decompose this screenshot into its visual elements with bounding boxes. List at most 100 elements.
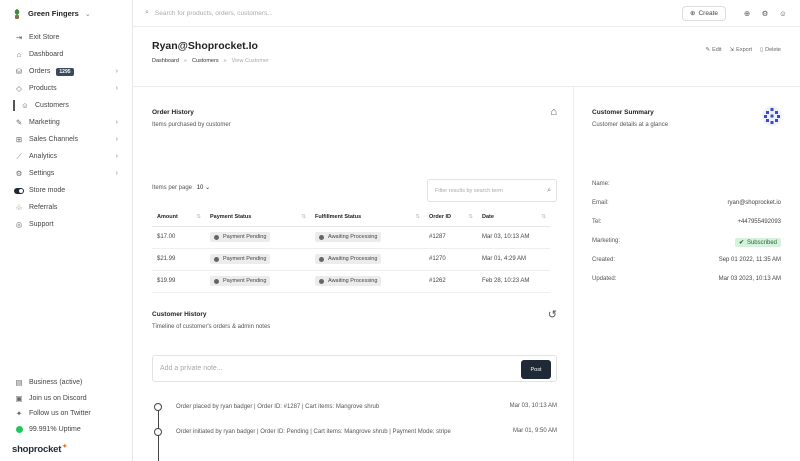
status-badge: Awaiting Processing — [315, 254, 382, 264]
sidebar-item-dashboard[interactable]: ⌂ Dashboard — [0, 46, 132, 63]
delete-button[interactable]: ▯ Delete — [760, 47, 781, 53]
globe-icon[interactable]: ⊕ — [738, 9, 756, 18]
column-header-fulfillment-status[interactable]: Fulfillment Status ⇅ — [310, 209, 424, 227]
edit-button[interactable]: ✎ Edit — [705, 47, 721, 53]
sidebar-item-marketing[interactable]: ✎ Marketing › — [0, 114, 132, 131]
sidebar-item-customers[interactable]: ☺ Customers — [0, 97, 132, 114]
status-badge: Awaiting Processing — [315, 232, 382, 242]
toggle-icon[interactable] — [14, 187, 24, 194]
customer-summary-subtitle: Customer details at a glance — [592, 122, 669, 128]
order-history-title: Order History — [152, 109, 194, 116]
edit-label: Edit — [712, 47, 722, 53]
left-column: Order History Items purchased by custome… — [133, 87, 573, 461]
settings-icon[interactable]: ⚙ — [756, 9, 774, 18]
sidebar-item-label: Settings — [29, 170, 55, 177]
delete-label: Delete — [765, 47, 781, 53]
chevron-right-icon: › — [115, 68, 118, 75]
sidebar-item-label: Marketing — [29, 119, 60, 126]
breadcrumb-separator: » — [223, 58, 227, 64]
status-badge: ✔ Subscribed — [734, 238, 781, 247]
sort-icon: ⇅ — [415, 214, 420, 221]
sidebar-item-orders[interactable]: ⛁ Orders 1295 › — [0, 63, 132, 80]
cell-fulfillment-status: Awaiting Processing — [310, 248, 424, 271]
post-label: Post — [530, 366, 542, 373]
sidebar-item-label: Referrals — [29, 204, 58, 211]
store-switcher[interactable]: Green Fingers ⌄ — [0, 0, 132, 27]
chevron-right-icon: › — [115, 153, 118, 160]
sidebar-item-exit-store[interactable]: ⇥ Exit Store — [0, 29, 132, 46]
column-header-date[interactable]: Date ⇅ — [477, 209, 550, 227]
breadcrumb-dashboard[interactable]: Dashboard — [152, 58, 179, 64]
sidebar-item-sales-channels[interactable]: ⊞ Sales Channels › — [0, 131, 132, 148]
timeline-event-date: Mar 03, 10:13 AM — [509, 403, 557, 409]
sidebar-item-uptime[interactable]: 99.991% Uptime — [0, 422, 132, 438]
search-icon: ⌕ — [547, 187, 551, 194]
status-dot-icon — [14, 425, 24, 433]
search-input[interactable]: ⌕ Search for products, orders, customers… — [133, 9, 682, 17]
table-row[interactable]: $19.99 Payment Pending Awaiting Processi… — [152, 270, 550, 293]
post-button[interactable]: Post — [521, 360, 551, 379]
summary-row-updated: Updated: Mar 03 2023, 10:13 AM — [592, 276, 781, 282]
summary-value: +447955492093 — [737, 219, 781, 225]
table-row[interactable]: $17.00 Payment Pending Awaiting Processi… — [152, 226, 550, 249]
column-header-order-id[interactable]: Order ID ⇅ — [424, 209, 477, 227]
sidebar-item-discord[interactable]: ▣ Join us on Discord — [0, 391, 132, 407]
cell-order-id[interactable]: #1262 — [424, 270, 477, 293]
sidebar-item-twitter[interactable]: ✦ Follow us on Twitter — [0, 406, 132, 422]
sidebar-item-products[interactable]: ◇ Products › — [0, 80, 132, 97]
store-name: Green Fingers — [28, 9, 79, 18]
sidebar-item-referrals[interactable]: ♧ Referrals — [0, 199, 132, 216]
sidebar-item-support[interactable]: ◎ Support — [0, 216, 132, 233]
check-icon: ✔ — [738, 240, 744, 246]
history-icon: ↺ — [547, 309, 557, 321]
filter-input[interactable]: Filter results by search term ⌕ — [427, 179, 557, 202]
column-header-amount[interactable]: Amount ⇅ — [152, 209, 205, 227]
sidebar-item-store-mode[interactable]: Store mode — [0, 182, 132, 199]
summary-row-email: Email: ryan@shoprocket.io — [592, 200, 781, 206]
customer-summary-title: Customer Summary — [592, 109, 654, 116]
cell-date: Feb 28, 10:23 AM — [477, 270, 550, 293]
status-label: Payment Pending — [223, 278, 267, 284]
chevron-right-icon: › — [115, 85, 118, 92]
column-label: Payment Status — [210, 214, 252, 221]
orders-table: Amount ⇅ Payment Status ⇅ Fulfillment Stat… — [152, 209, 550, 293]
summary-value[interactable]: ryan@shoprocket.io — [728, 200, 781, 206]
sidebar-item-label: Store mode — [29, 187, 66, 194]
summary-row-name: Name: — [592, 181, 781, 187]
summary-row-tel: Tel: +447955492093 — [592, 219, 781, 225]
cell-payment-status: Payment Pending — [205, 270, 310, 293]
chevron-right-icon: › — [115, 119, 118, 126]
user-icon[interactable]: ☺ — [774, 9, 792, 18]
dashboard-icon: ⌂ — [16, 50, 22, 59]
sidebar-item-analytics[interactable]: ⟋ Analytics › — [0, 148, 132, 165]
sidebar-item-business[interactable]: ▤ Business (active) — [0, 375, 132, 391]
timeline-dot-icon — [154, 428, 162, 436]
main-content: Ryan@Shoprocket.Io Dashboard » Customers… — [133, 27, 800, 461]
private-note-input[interactable]: Add a private note... Post — [152, 355, 557, 382]
cell-order-id[interactable]: #1270 — [424, 248, 477, 271]
sidebar-item-settings[interactable]: ⚙ Settings › — [0, 165, 132, 182]
export-label: Export — [736, 47, 753, 53]
status-label: Payment Pending — [223, 234, 267, 240]
cell-order-id[interactable]: #1287 — [424, 226, 477, 249]
shoprocket-logo[interactable]: shoprocket ✦ — [0, 437, 132, 461]
plus-circle-icon: ⊕ — [690, 10, 696, 17]
summary-label: Tel: — [592, 219, 602, 225]
summary-label: Updated: — [592, 276, 617, 282]
breadcrumb-customers[interactable]: Customers — [192, 58, 219, 64]
export-button[interactable]: ⇲ Export — [730, 47, 753, 53]
sidebar-item-label: Customers — [35, 102, 69, 109]
summary-label: Created: — [592, 257, 616, 263]
page-actions: ✎ Edit ⇲ Export ▯ Delete — [705, 47, 781, 53]
sidebar-footer: ▤ Business (active) ▣ Join us on Discord… — [0, 375, 132, 461]
status-label: Awaiting Processing — [328, 278, 378, 284]
create-button[interactable]: ⊕ Create — [682, 5, 726, 21]
status-label: Payment Pending — [223, 256, 267, 262]
column-header-payment-status[interactable]: Payment Status ⇅ — [205, 209, 310, 227]
items-per-page-select[interactable]: 10 ⌄ — [197, 185, 210, 191]
timeline-event-text: Order placed by ryan badger | Order ID: … — [176, 404, 380, 410]
status-dot-icon — [319, 278, 324, 284]
status-label: Awaiting Processing — [328, 256, 378, 262]
analytics-icon: ⟋ — [16, 151, 22, 161]
table-row[interactable]: $21.99 Payment Pending Awaiting Processi… — [152, 248, 550, 271]
